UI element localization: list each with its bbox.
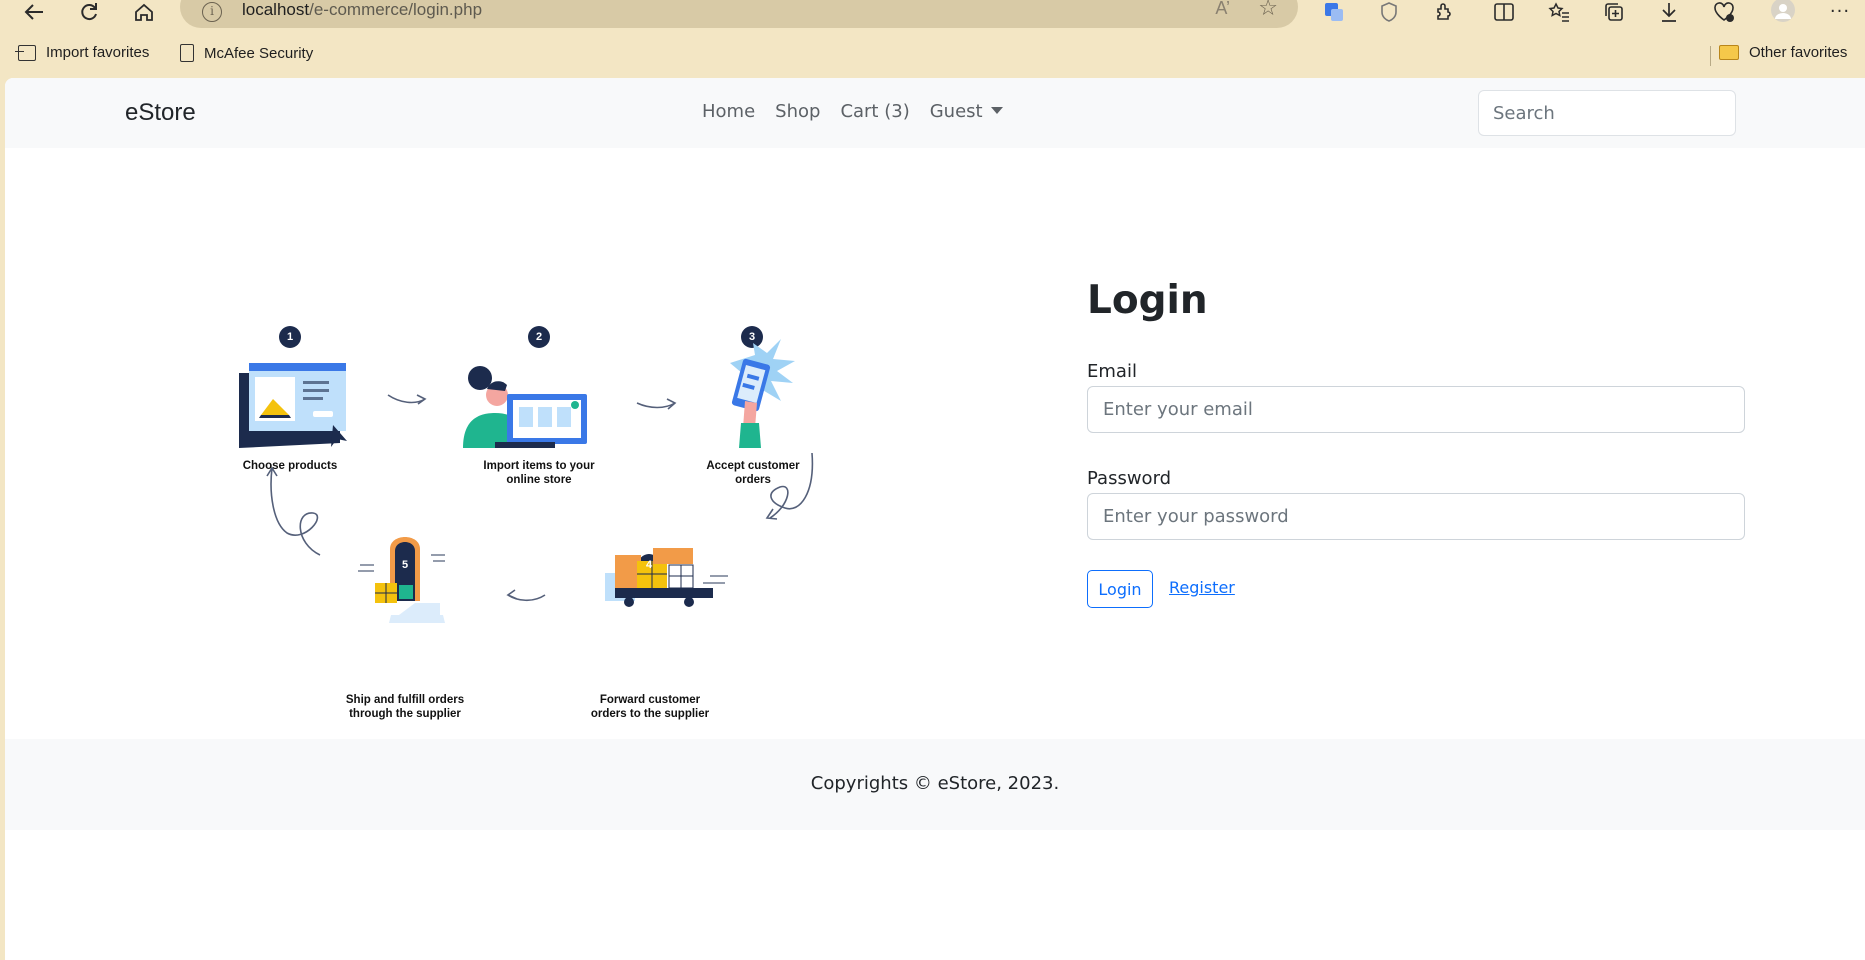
password-field[interactable] bbox=[1087, 493, 1745, 540]
browser-toolbar: i localhost/e-commerce/login.php A’ ☆ ··… bbox=[0, 0, 1865, 38]
bookmark-label: McAfee Security bbox=[204, 44, 314, 62]
nav-home-link[interactable]: Home bbox=[698, 101, 765, 122]
login-title: Login bbox=[1087, 278, 1208, 323]
more-menu-icon[interactable]: ··· bbox=[1823, 0, 1857, 24]
login-button[interactable]: Login bbox=[1087, 570, 1153, 608]
bookmark-mcafee-security[interactable]: McAfee Security bbox=[180, 44, 313, 62]
step-2-caption: Import items to your online store bbox=[483, 460, 595, 486]
guest-label: Guest bbox=[929, 101, 983, 122]
back-icon[interactable] bbox=[17, 0, 51, 24]
page-icon bbox=[180, 44, 194, 62]
bookmarks-separator bbox=[1710, 46, 1711, 66]
step-2-number: 2 bbox=[535, 331, 543, 343]
refresh-icon[interactable] bbox=[72, 0, 106, 24]
password-label: Password bbox=[1087, 468, 1172, 489]
bookmark-label: Other favorites bbox=[1749, 44, 1848, 61]
phone-order-icon bbox=[730, 339, 795, 448]
translate-icon[interactable] bbox=[1317, 0, 1351, 24]
split-screen-icon[interactable] bbox=[1487, 0, 1521, 24]
favorites-icon[interactable] bbox=[1542, 0, 1576, 24]
favorite-star-icon[interactable]: ☆ bbox=[1258, 0, 1278, 21]
address-url[interactable]: localhost/e-commerce/login.php bbox=[242, 0, 482, 20]
bookmark-label: Import favorites bbox=[46, 44, 150, 61]
extensions-icon[interactable] bbox=[1427, 0, 1461, 24]
read-aloud-icon[interactable]: A’ bbox=[1215, 0, 1230, 19]
site-brand[interactable]: eStore bbox=[125, 99, 196, 127]
page-viewport: eStore Home Shop Cart (3) Guest Search 1… bbox=[5, 78, 1865, 960]
site-info-icon[interactable]: i bbox=[202, 2, 222, 22]
downloads-icon[interactable] bbox=[1652, 0, 1686, 24]
step-4-caption: Forward customer orders to the supplier bbox=[590, 694, 710, 720]
illustration-graphic bbox=[239, 326, 814, 623]
step-1-number: 1 bbox=[286, 331, 294, 343]
product-window-icon bbox=[239, 363, 347, 448]
nav-guest-dropdown[interactable]: Guest bbox=[920, 101, 1013, 122]
footer-copyright: Copyrights © eStore, 2023. bbox=[810, 773, 1060, 794]
search-input[interactable] bbox=[1478, 90, 1736, 136]
url-path: /e-commerce/login.php bbox=[309, 0, 483, 19]
url-host: localhost bbox=[242, 0, 310, 19]
performance-icon[interactable] bbox=[1707, 0, 1741, 24]
email-label: Email bbox=[1087, 361, 1137, 382]
email-field[interactable] bbox=[1087, 386, 1745, 433]
register-link[interactable]: Register bbox=[1169, 578, 1235, 597]
step-5-caption: Ship and fulfill orders through the supp… bbox=[345, 694, 465, 720]
person-at-computer-icon bbox=[463, 366, 587, 448]
bookmark-import-favorites[interactable]: Import favorites bbox=[15, 44, 150, 61]
nav-cart-link[interactable]: Cart (3) bbox=[830, 101, 919, 122]
bookmark-other-favorites[interactable]: Other favorites bbox=[1719, 44, 1847, 61]
bookmarks-bar: Import favorites McAfee Security Other f… bbox=[0, 38, 1865, 70]
folder-icon bbox=[1719, 45, 1739, 60]
site-footer: Copyrights © eStore, 2023. bbox=[5, 739, 1865, 830]
step-5-number: 5 bbox=[401, 559, 409, 571]
site-navbar: eStore Home Shop Cart (3) Guest bbox=[5, 78, 1865, 148]
collections-icon[interactable] bbox=[1597, 0, 1631, 24]
step-4-number: 4 bbox=[645, 559, 653, 571]
nav-shop-link[interactable]: Shop bbox=[765, 101, 830, 122]
caret-down-icon bbox=[990, 106, 1003, 114]
step-1-caption: Choose products bbox=[242, 460, 338, 472]
cart-with-boxes-icon bbox=[605, 548, 728, 607]
nav-links: Home Shop Cart (3) Guest bbox=[698, 101, 1013, 122]
dropshipping-illustration: 1 2 3 4 5 Choose products Import items t… bbox=[225, 243, 835, 720]
address-bar[interactable]: i localhost/e-commerce/login.php A’ ☆ bbox=[180, 0, 1298, 28]
import-icon bbox=[15, 44, 36, 61]
delivery-door-icon bbox=[358, 537, 445, 623]
profile-avatar-icon[interactable] bbox=[1766, 0, 1800, 24]
step-3-number: 3 bbox=[748, 331, 756, 343]
step-3-caption: Accept customer orders bbox=[706, 460, 800, 486]
shield-icon[interactable] bbox=[1372, 0, 1406, 24]
home-icon[interactable] bbox=[127, 0, 161, 24]
